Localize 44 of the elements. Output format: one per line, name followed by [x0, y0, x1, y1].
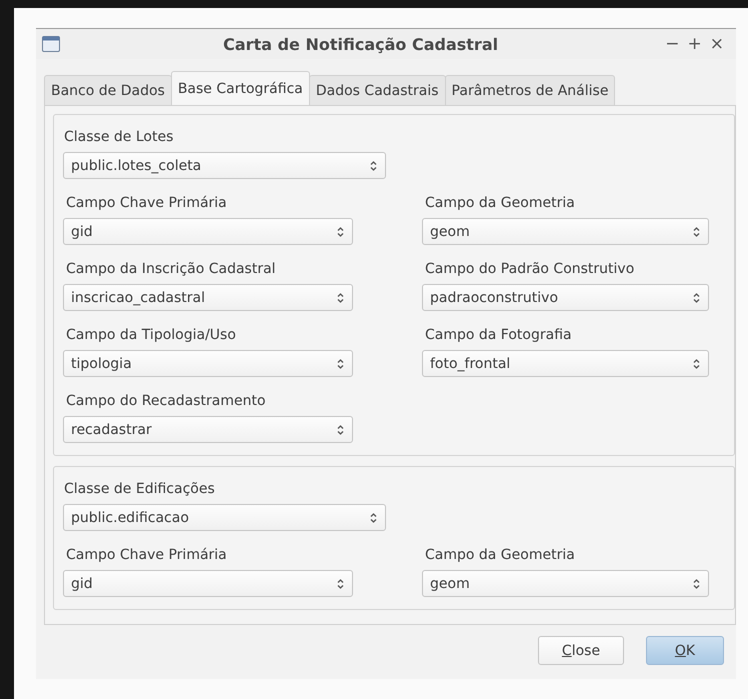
dialog-button[interactable]: Close — [538, 636, 624, 665]
tab[interactable]: Base Cartográfica — [170, 71, 310, 105]
combo-box[interactable]: gid — [63, 218, 353, 245]
spinner-arrows-icon — [337, 424, 344, 436]
field-label: Classe de Lotes — [64, 128, 174, 147]
spinner-arrows-icon — [693, 358, 700, 370]
field-label: Campo Chave Primária — [66, 194, 228, 213]
default-button[interactable]: OK — [646, 636, 724, 665]
tab[interactable]: Banco de Dados — [44, 75, 172, 105]
combo-box[interactable]: recadastrar — [63, 416, 353, 443]
spinner-arrows-icon — [693, 578, 700, 590]
window-icon — [42, 36, 60, 52]
combo-box[interactable]: public.edificacao — [63, 504, 386, 531]
field-label: Campo da Geometria — [425, 194, 576, 213]
combo-box[interactable]: geom — [422, 218, 709, 245]
field-label: Campo do Padrão Construtivo — [425, 260, 636, 279]
combo-box[interactable]: gid — [63, 570, 353, 597]
maximize-button[interactable]: + — [684, 34, 706, 54]
combo-box[interactable]: inscricao_cadastral — [63, 284, 353, 311]
combo-box[interactable]: tipologia — [63, 350, 353, 377]
field-label: Campo Chave Primária — [66, 546, 228, 565]
tab[interactable]: Dados Cadastrais — [308, 75, 446, 105]
field-label: Campo da Tipologia/Uso — [66, 326, 237, 345]
spinner-arrows-icon — [337, 358, 344, 370]
combo-box[interactable]: padraoconstrutivo — [422, 284, 709, 311]
spinner-arrows-icon — [693, 226, 700, 238]
combo-box[interactable]: geom — [422, 570, 709, 597]
field-label: Campo da Fotografia — [425, 326, 573, 345]
spinner-arrows-icon — [337, 578, 344, 590]
field-label: Classe de Edificações — [64, 480, 216, 499]
tab[interactable]: Parâmetros de Análise — [444, 75, 616, 105]
spinner-arrows-icon — [370, 512, 377, 524]
combo-box[interactable]: foto_frontal — [422, 350, 709, 377]
spinner-arrows-icon — [337, 226, 344, 238]
close-button[interactable]: × — [706, 34, 728, 54]
spinner-arrows-icon — [693, 292, 700, 304]
window-title: Carta de Notificação Cadastral — [222, 34, 500, 54]
field-label: Campo da Inscrição Cadastral — [66, 260, 277, 279]
spinner-arrows-icon — [337, 292, 344, 304]
field-label: Campo da Geometria — [425, 546, 576, 565]
minimize-button[interactable]: − — [661, 34, 684, 54]
combo-box[interactable]: public.lotes_coleta — [63, 152, 386, 179]
field-label: Campo do Recadastramento — [66, 392, 267, 411]
spinner-arrows-icon — [370, 160, 377, 172]
